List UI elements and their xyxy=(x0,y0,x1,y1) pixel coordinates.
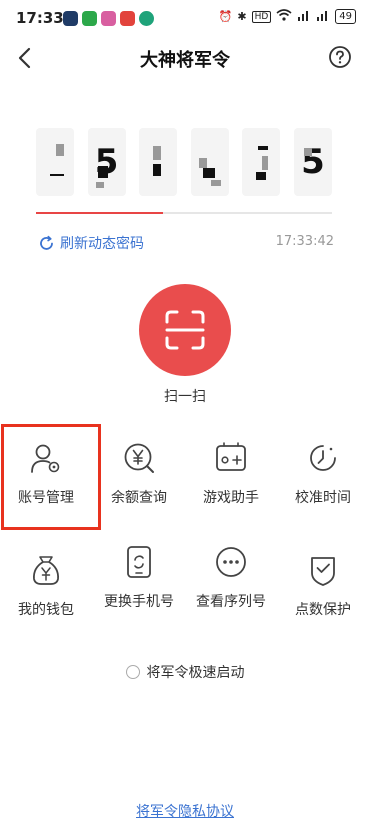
grid-item-label: 余额查询 xyxy=(111,490,167,506)
code-digit-box xyxy=(190,128,229,196)
gamepad-icon xyxy=(216,442,246,471)
bluetooth-icon: ✱ xyxy=(237,10,247,23)
page-title: 大神将军令 xyxy=(140,50,230,71)
grid-item-label: 更换手机号 xyxy=(104,594,174,610)
code-digit-box xyxy=(139,128,178,196)
signal-icon xyxy=(316,9,330,24)
obscure-block xyxy=(256,172,267,180)
points-protection-button[interactable]: 点数保护 xyxy=(277,553,369,620)
signal-icon xyxy=(297,9,311,24)
obscure-block xyxy=(97,166,108,178)
wifi-icon xyxy=(276,9,292,24)
obscure-block xyxy=(202,168,215,178)
code-digit: 5 xyxy=(301,142,325,182)
token-progress-bar xyxy=(36,212,332,214)
code-digit-box xyxy=(242,128,281,196)
code-timestamp: 17:33:42 xyxy=(275,234,334,249)
alarm-icon: ⏰ xyxy=(218,10,233,23)
obscure-block xyxy=(95,182,104,188)
app-notification-icon xyxy=(63,11,78,26)
obscure-block xyxy=(50,174,64,176)
scan-button[interactable] xyxy=(139,284,231,376)
app-notification-icon xyxy=(120,11,135,26)
wallet-bag-icon xyxy=(33,556,59,585)
refresh-code-label: 刷新动态密码 xyxy=(60,236,144,252)
battery-indicator: 49 xyxy=(335,9,356,24)
game-assistant-button[interactable]: 游戏助手 xyxy=(185,441,277,508)
obscure-block xyxy=(198,158,207,168)
balance-query-button[interactable]: 余额查询 xyxy=(93,441,185,508)
grid-item-label: 查看序列号 xyxy=(196,594,266,610)
grid-item-label: 我的钱包 xyxy=(18,602,74,618)
grid-item-label: 校准时间 xyxy=(295,490,351,506)
fast-start-label: 将军令极速启动 xyxy=(146,665,245,681)
token-progress-fill xyxy=(36,212,164,214)
fast-start-option[interactable]: 将军令极速启动 xyxy=(0,662,370,682)
calibrate-time-button[interactable]: 校准时间 xyxy=(277,441,369,508)
obscure-block xyxy=(56,144,64,156)
code-digit-box xyxy=(36,128,74,196)
code-digit-box: 5 xyxy=(293,128,332,196)
refresh-code-button[interactable]: 刷新动态密码 xyxy=(38,233,144,253)
question-circle-icon xyxy=(329,46,351,68)
obscure-block xyxy=(258,146,269,150)
app-notification-icon xyxy=(139,11,154,26)
status-bar: 17:33 ⏰ ✱ HD 49 xyxy=(0,0,370,36)
privacy-policy-link[interactable]: 将军令隐私协议 xyxy=(0,801,370,821)
obscure-block xyxy=(210,180,221,186)
obscure-block xyxy=(153,146,162,160)
scan-label: 扫一扫 xyxy=(164,389,206,405)
more-dots-icon xyxy=(216,547,246,577)
yen-search-icon xyxy=(124,443,154,473)
refresh-icon xyxy=(40,235,53,250)
phone-swap-icon xyxy=(127,546,151,578)
code-digit-box: 5 xyxy=(87,128,126,196)
nav-bar: 大神将军令 xyxy=(0,36,370,82)
highlight-frame xyxy=(1,424,101,530)
my-wallet-button[interactable]: 我的钱包 xyxy=(0,553,92,620)
app-notification-icon xyxy=(101,11,116,26)
clock-icon xyxy=(310,445,336,471)
grid-item-label: 游戏助手 xyxy=(203,490,259,506)
change-phone-button[interactable]: 更换手机号 xyxy=(93,545,185,612)
status-icons: ⏰ ✱ HD 49 xyxy=(219,9,356,24)
fast-start-radio[interactable] xyxy=(125,665,140,679)
app-notification-icon xyxy=(82,11,97,26)
dynamic-code: 5 5 xyxy=(36,128,332,196)
view-serial-button[interactable]: 查看序列号 xyxy=(185,545,277,612)
network-badge: HD xyxy=(251,10,272,23)
obscure-block xyxy=(303,148,312,156)
status-time: 17:33 xyxy=(16,9,64,27)
help-button[interactable] xyxy=(328,45,352,69)
obscure-block xyxy=(262,156,269,170)
obscure-block xyxy=(153,164,162,176)
shield-check-icon xyxy=(311,557,335,586)
scan-icon xyxy=(165,310,205,350)
grid-item-label: 点数保护 xyxy=(295,602,351,618)
